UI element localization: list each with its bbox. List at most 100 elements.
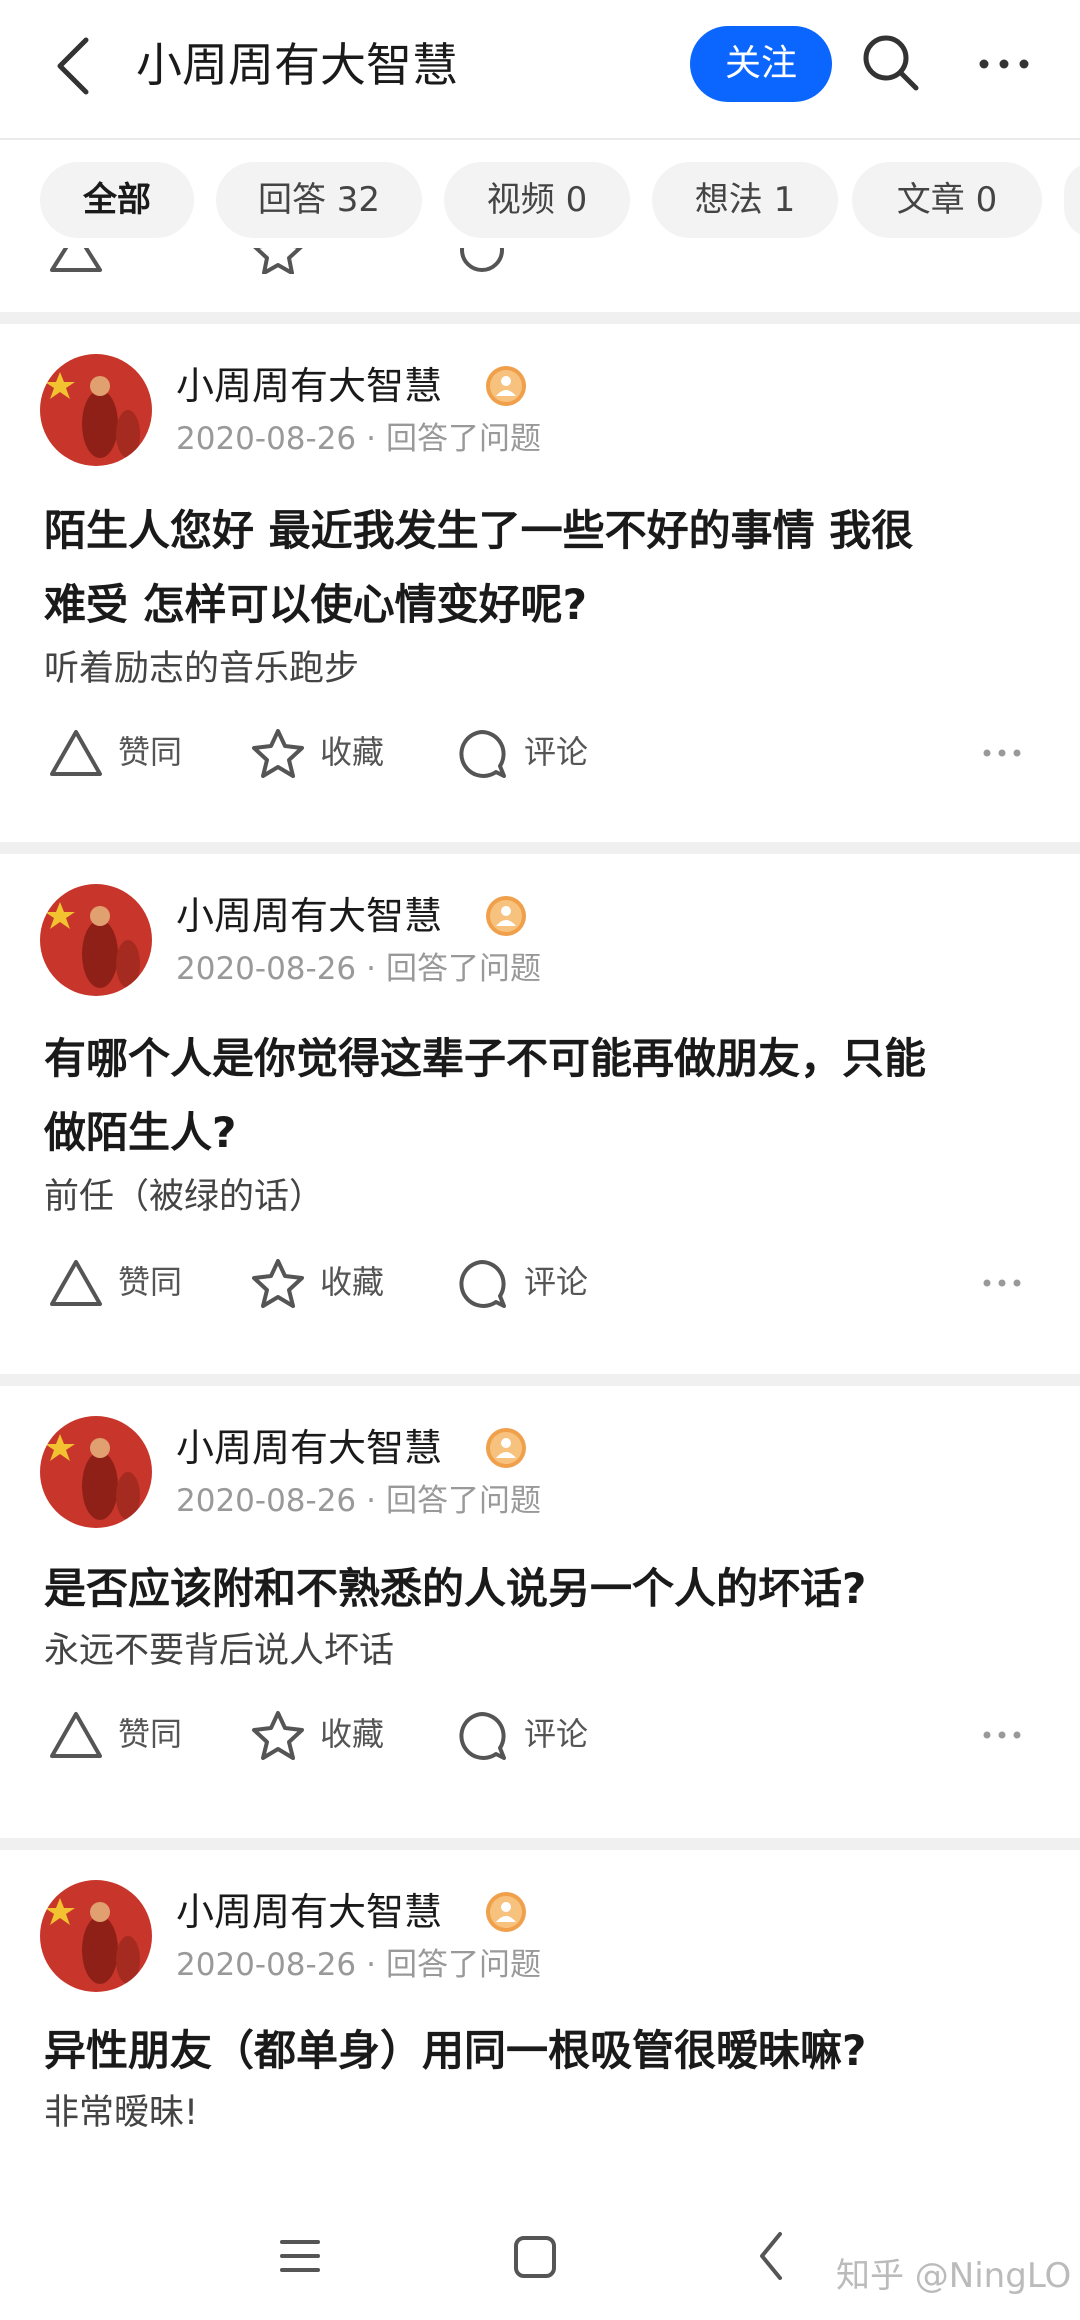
back-arrow-icon[interactable]: [50, 34, 98, 98]
tab-answers[interactable]: 回答 32: [216, 162, 422, 238]
post-action: 回答了问题: [386, 951, 542, 987]
nav-back-icon[interactable]: [756, 2230, 786, 2282]
more-icon[interactable]: [976, 40, 1032, 88]
more-icon[interactable]: [980, 1720, 1024, 1750]
post-date: 2020-08-26: [176, 1947, 357, 1983]
question-title-line: 陌生人您好 最近我发生了一些不好的事情 我很: [44, 506, 914, 555]
tab-all[interactable]: 全部: [40, 162, 194, 238]
star-icon: [252, 729, 304, 778]
question-title[interactable]: 是否应该附和不熟悉的人说另一个人的坏话?: [44, 1552, 1044, 1626]
author-name[interactable]: 小周周有大智慧: [176, 1888, 442, 1936]
post-date: 2020-08-26: [176, 951, 357, 987]
author-name[interactable]: 小周周有大智慧: [176, 362, 442, 410]
tab-videos[interactable]: 视频 0: [444, 162, 630, 238]
comment-bubble-icon[interactable]: [454, 248, 510, 274]
author-name[interactable]: 小周周有大智慧: [176, 892, 442, 940]
comment-label: 评论: [524, 1715, 589, 1753]
post-meta: 2020-08-26 · 回答了问题: [176, 418, 541, 460]
tab-articles[interactable]: 文章 0: [852, 162, 1042, 238]
question-title-line: 有哪个人是你觉得这辈子不可能再做朋友，只能: [44, 1034, 927, 1083]
comment-bubble-icon: [459, 1260, 506, 1308]
star-icon: [252, 1259, 304, 1308]
meta-separator: ·: [366, 951, 377, 987]
post-date: 2020-08-26: [176, 421, 357, 457]
avatar[interactable]: [40, 884, 152, 996]
star-icon[interactable]: [250, 248, 306, 274]
comment-label: 评论: [524, 1263, 589, 1301]
comment-button[interactable]: 评论: [454, 1700, 604, 1770]
collect-label: 收藏: [320, 1715, 385, 1753]
question-title[interactable]: 有哪个人是你觉得这辈子不可能再做朋友，只能 做陌生人?: [44, 1022, 1044, 1170]
author-name[interactable]: 小周周有大智慧: [176, 1424, 442, 1472]
collect-button[interactable]: 收藏: [250, 718, 400, 788]
post-meta: 2020-08-26 · 回答了问题: [176, 1480, 541, 1522]
tab-thoughts[interactable]: 想法 1: [652, 162, 838, 238]
upvote-triangle-icon: [50, 1260, 102, 1306]
divider: [0, 312, 1080, 324]
upvote-button[interactable]: 赞同: [48, 1248, 198, 1318]
collect-button[interactable]: 收藏: [250, 1700, 400, 1770]
upvote-triangle-icon: [50, 1712, 102, 1758]
question-title-line: 是否应该附和不熟悉的人说另一个人的坏话?: [44, 1564, 867, 1613]
avatar[interactable]: [40, 1880, 152, 1992]
previous-card-actions-partial: [0, 248, 1080, 274]
comment-button[interactable]: 评论: [454, 718, 604, 788]
feed-card[interactable]: 小周周有大智慧 2020-08-26 · 回答了问题 是否应该附和不熟悉的人说另一个…: [0, 1386, 1080, 1838]
search-icon[interactable]: [858, 30, 922, 94]
filter-tabs: 全部 回答 32 视频 0 想法 1 文章 0: [0, 140, 1080, 262]
watermark: 知乎 @NingLO: [836, 2256, 1072, 2296]
page-title: 小周周有大智慧: [136, 38, 458, 92]
avatar[interactable]: [40, 354, 152, 466]
upvote-label: 赞同: [118, 1263, 183, 1301]
home-square-icon[interactable]: [512, 2234, 558, 2280]
upvote-button[interactable]: 赞同: [48, 718, 198, 788]
comment-bubble-icon: [459, 1712, 506, 1760]
answer-excerpt[interactable]: 听着励志的音乐跑步: [44, 646, 359, 692]
collect-button[interactable]: 收藏: [250, 1248, 400, 1318]
divider: [0, 1374, 1080, 1386]
more-icon[interactable]: [980, 1268, 1024, 1298]
answer-excerpt[interactable]: 永远不要背后说人坏话: [44, 1628, 394, 1674]
menu-icon[interactable]: [278, 2236, 322, 2276]
post-date: 2020-08-26: [176, 1483, 357, 1519]
follow-button[interactable]: 关注: [690, 26, 832, 102]
divider: [0, 1838, 1080, 1850]
upvote-triangle-icon: [50, 730, 102, 776]
upvote-button[interactable]: 赞同: [48, 1700, 198, 1770]
comment-bubble-icon: [459, 730, 506, 778]
user-badge-icon: [486, 366, 526, 406]
avatar[interactable]: [40, 1416, 152, 1528]
post-meta: 2020-08-26 · 回答了问题: [176, 948, 541, 990]
question-title-line: 难受 怎样可以使心情变好呢?: [44, 580, 587, 629]
feed-card[interactable]: 小周周有大智慧 2020-08-26 · 回答了问题 有哪个人是你觉得这辈子不可能再…: [0, 854, 1080, 1374]
upvote-label: 赞同: [118, 733, 183, 771]
question-title[interactable]: 异性朋友（都单身）用同一根吸管很暧昧嘛?: [44, 2014, 1044, 2088]
star-icon: [252, 1711, 304, 1760]
post-meta: 2020-08-26 · 回答了问题: [176, 1944, 541, 1986]
answer-excerpt[interactable]: 前任（被绿的话）: [44, 1174, 324, 1220]
meta-separator: ·: [366, 421, 377, 457]
action-bar: 赞同 收藏 评论: [0, 1700, 1080, 1770]
tab-more-partial[interactable]: [1064, 162, 1080, 238]
user-badge-icon: [486, 1892, 526, 1932]
feed-card[interactable]: 小周周有大智慧 2020-08-26 · 回答了问题 陌生人您好 最近我发生了一些不…: [0, 324, 1080, 842]
upvote-label: 赞同: [118, 1715, 183, 1753]
meta-separator: ·: [366, 1947, 377, 1983]
post-action: 回答了问题: [386, 1483, 542, 1519]
question-title-line: 做陌生人?: [44, 1108, 237, 1157]
comment-button[interactable]: 评论: [454, 1248, 604, 1318]
user-badge-icon: [486, 896, 526, 936]
comment-label: 评论: [524, 733, 589, 771]
upvote-triangle-icon[interactable]: [48, 248, 104, 274]
divider: [0, 842, 1080, 854]
meta-separator: ·: [366, 1483, 377, 1519]
collect-label: 收藏: [320, 733, 385, 771]
post-action: 回答了问题: [386, 421, 542, 457]
post-action: 回答了问题: [386, 1947, 542, 1983]
feed-card[interactable]: 小周周有大智慧 2020-08-26 · 回答了问题 异性朋友（都单身）用同一根吸管…: [0, 1850, 1080, 2190]
user-badge-icon: [486, 1428, 526, 1468]
action-bar: 赞同 收藏 评论: [0, 718, 1080, 788]
question-title[interactable]: 陌生人您好 最近我发生了一些不好的事情 我很 难受 怎样可以使心情变好呢?: [44, 494, 1044, 642]
more-icon[interactable]: [980, 738, 1024, 768]
answer-excerpt[interactable]: 非常暧昧!: [44, 2090, 198, 2136]
